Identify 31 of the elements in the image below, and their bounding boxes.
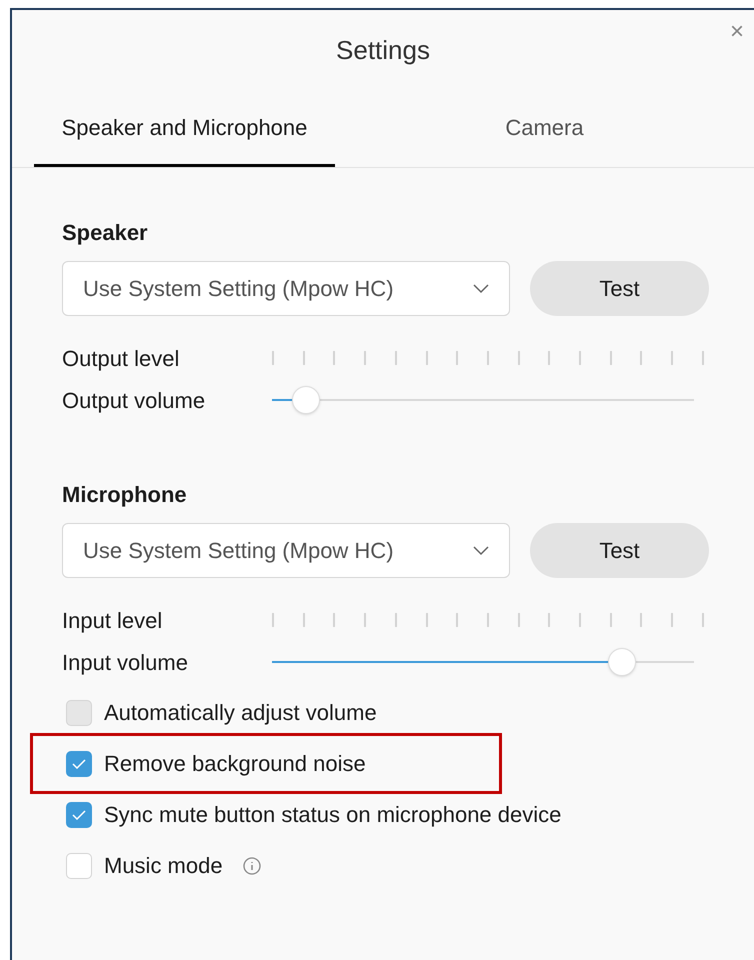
chevron-down-icon bbox=[473, 284, 489, 294]
checkbox[interactable] bbox=[66, 750, 92, 776]
device-dropdown[interactable]: Use System Setting (Mpow HC) bbox=[62, 523, 510, 578]
volume-label: Input volume bbox=[62, 648, 189, 677]
option-label: Music mode bbox=[104, 852, 223, 880]
chevron-down-icon bbox=[473, 546, 489, 556]
tab[interactable]: Camera bbox=[334, 90, 754, 167]
checkbox[interactable] bbox=[66, 802, 92, 828]
window-title: Settings bbox=[336, 34, 430, 66]
device-dropdown[interactable]: Use System Setting (Mpow HC) bbox=[62, 261, 510, 316]
option-label: Remove background noise bbox=[104, 750, 366, 778]
option-label: Sync mute button status on microphone device bbox=[104, 801, 562, 829]
option-label: Automatically adjust volume bbox=[104, 699, 377, 727]
volume-label: Output volume bbox=[62, 386, 206, 415]
volume-slider[interactable] bbox=[272, 647, 694, 677]
checkmark-icon bbox=[72, 810, 86, 820]
section-heading: Microphone bbox=[62, 481, 187, 509]
test-button[interactable]: Test bbox=[530, 523, 709, 578]
level-label: Input level bbox=[62, 606, 164, 635]
level-label: Output level bbox=[62, 344, 180, 373]
section-heading: Speaker bbox=[62, 219, 148, 247]
checkbox[interactable] bbox=[66, 852, 92, 878]
info-icon[interactable] bbox=[242, 856, 261, 874]
checkmark-icon bbox=[72, 758, 86, 768]
tab[interactable]: Speaker and Microphone bbox=[34, 90, 335, 167]
slider-thumb[interactable] bbox=[292, 386, 320, 414]
test-button[interactable]: Test bbox=[530, 261, 709, 316]
dropdown-value: Use System Setting (Mpow HC) bbox=[83, 275, 394, 303]
dropdown-value: Use System Setting (Mpow HC) bbox=[83, 537, 394, 565]
volume-slider[interactable] bbox=[272, 385, 694, 415]
slider-thumb[interactable] bbox=[608, 648, 636, 676]
